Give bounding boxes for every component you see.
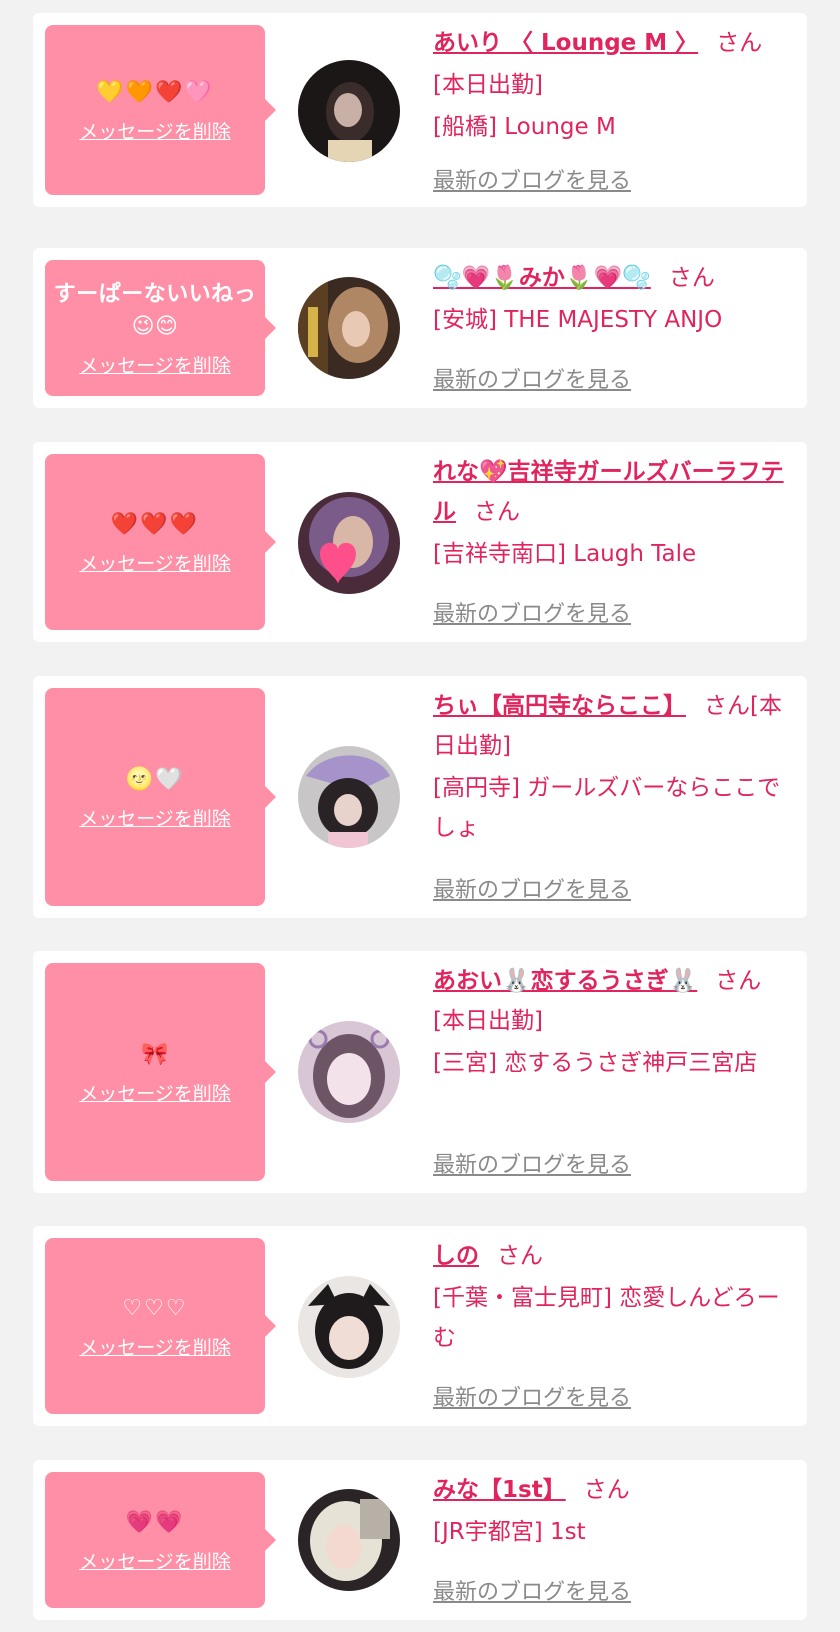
cast-name-link[interactable]: しの xyxy=(433,1243,479,1269)
message-text: ♡♡♡ xyxy=(122,1295,188,1321)
cast-info: みな【1st】 さん [JR宇都宮] 1st xyxy=(433,1470,793,1552)
view-blog-link[interactable]: 最新のブログを見る xyxy=(433,1380,631,1412)
delete-message-link[interactable]: メッセージを削除 xyxy=(79,549,231,576)
message-text: ❤️❤️❤️ xyxy=(110,511,200,537)
detail-line: [千葉・富士見町] 恋愛しんどろーむ xyxy=(433,1285,780,1351)
detail-line: [高円寺] ガールズバーならここでしょ xyxy=(433,775,781,841)
delete-message-link[interactable]: メッセージを削除 xyxy=(79,1547,231,1574)
delete-message-link[interactable]: メッセージを削除 xyxy=(79,1333,231,1360)
profile-photo-icon xyxy=(298,277,400,379)
detail-line: [本日出勤] xyxy=(433,72,543,98)
cast-name-link[interactable]: あいり 〈 Lounge M 〉 xyxy=(433,30,698,56)
view-blog-link[interactable]: 最新のブログを見る xyxy=(433,1147,631,1179)
profile-photo-icon xyxy=(298,492,400,594)
message-list: 💛🧡❤️🩷 メッセージを削除 あいり 〈 Lounge M 〉さん [本日出勤]… xyxy=(0,0,840,1632)
message-bubble: ❤️❤️❤️ メッセージを削除 xyxy=(45,454,276,630)
delete-message-link[interactable]: メッセージを削除 xyxy=(79,1079,231,1106)
message-bubble: 💛🧡❤️🩷 メッセージを削除 xyxy=(45,25,276,195)
honorific: さん xyxy=(497,1243,543,1269)
message-text: すーぱーないいねっ😉😊 xyxy=(53,281,257,339)
message-card: 🎀 メッセージを削除 あおい🐰恋するうさぎ🐰 さん [本日出勤] [三宮] 恋するう… xyxy=(33,951,807,1193)
honorific: さん xyxy=(715,968,762,994)
avatar[interactable] xyxy=(298,60,400,162)
message-text: 🎀 xyxy=(141,1041,169,1067)
message-bubble: 💗💗 メッセージを削除 xyxy=(45,1472,276,1608)
cast-info: あおい🐰恋するうさぎ🐰 さん [本日出勤] [三宮] 恋するうさぎ神戸三宮店 xyxy=(433,961,793,1083)
cast-name-link[interactable]: ちぃ【高円寺ならここ】 xyxy=(433,693,686,719)
message-card: ♡♡♡ メッセージを削除 しの さん [千葉・富士見町] 恋愛しんどろーむ 最新の… xyxy=(33,1226,807,1426)
honorific: さん xyxy=(716,30,763,56)
detail-line: [三宮] 恋するうさぎ神戸三宮店 xyxy=(433,1050,758,1076)
profile-photo-icon xyxy=(298,1021,400,1123)
message-text: 💗💗 xyxy=(125,1509,185,1535)
message-bubble: すーぱーないいねっ😉😊 メッセージを削除 xyxy=(45,260,276,396)
avatar[interactable] xyxy=(298,1021,400,1123)
delete-message-link[interactable]: メッセージを削除 xyxy=(79,351,231,378)
avatar[interactable] xyxy=(298,746,400,848)
message-card: すーぱーないいねっ😉😊 メッセージを削除 🫧💗🌷みか🌷💗🫧 さん [安城] THE… xyxy=(33,248,807,408)
detail-line: [JR宇都宮] 1st xyxy=(433,1519,586,1545)
cast-name-link[interactable]: あおい🐰恋するうさぎ🐰 xyxy=(433,968,697,994)
cast-name-link[interactable]: みな【1st】 xyxy=(433,1477,566,1503)
message-text: 💛🧡❤️🩷 xyxy=(96,79,214,105)
cast-info: しの さん [千葉・富士見町] 恋愛しんどろーむ xyxy=(433,1236,793,1358)
avatar[interactable] xyxy=(298,277,400,379)
honorific: さん xyxy=(704,693,750,719)
message-text: 🌝🤍 xyxy=(125,766,185,792)
message-bubble: 🎀 メッセージを削除 xyxy=(45,963,276,1181)
honorific: さん xyxy=(474,499,520,525)
message-bubble: 🌝🤍 メッセージを削除 xyxy=(45,688,276,906)
cast-name-link[interactable]: 🫧💗🌷みか🌷💗🫧 xyxy=(433,265,651,291)
view-blog-link[interactable]: 最新のブログを見る xyxy=(433,1574,631,1606)
detail-line: [吉祥寺南口] Laugh Tale xyxy=(433,541,697,567)
detail-line: [船橋] Lounge M xyxy=(433,114,616,140)
view-blog-link[interactable]: 最新のブログを見る xyxy=(433,362,631,394)
detail-line: [本日出勤] xyxy=(433,1008,543,1034)
detail-line: [安城] THE MAJESTY ANJO xyxy=(433,307,723,333)
cast-info: あいり 〈 Lounge M 〉さん [本日出勤] [船橋] Lounge M xyxy=(433,23,793,147)
honorific: さん xyxy=(583,1477,630,1503)
avatar[interactable] xyxy=(298,1489,400,1591)
message-card: 💛🧡❤️🩷 メッセージを削除 あいり 〈 Lounge M 〉さん [本日出勤]… xyxy=(33,13,807,207)
view-blog-link[interactable]: 最新のブログを見る xyxy=(433,163,631,195)
profile-photo-icon xyxy=(298,60,400,162)
cast-info: れな💖吉祥寺ガールズバーラフテル さん [吉祥寺南口] Laugh Tale xyxy=(433,452,793,574)
message-card: ❤️❤️❤️ メッセージを削除 れな💖吉祥寺ガールズバーラフテル さん [吉祥寺南… xyxy=(33,442,807,642)
profile-photo-icon xyxy=(298,1276,400,1378)
honorific: さん xyxy=(668,265,715,291)
cast-info: 🫧💗🌷みか🌷💗🫧 さん [安城] THE MAJESTY ANJO xyxy=(433,258,793,340)
delete-message-link[interactable]: メッセージを削除 xyxy=(79,804,231,831)
message-card: 🌝🤍 メッセージを削除 ちぃ【高円寺ならここ】 さん[本日出勤] [高円寺] ガー… xyxy=(33,676,807,918)
delete-message-link[interactable]: メッセージを削除 xyxy=(79,117,231,144)
view-blog-link[interactable]: 最新のブログを見る xyxy=(433,872,631,904)
profile-photo-icon xyxy=(298,1489,400,1591)
message-bubble: ♡♡♡ メッセージを削除 xyxy=(45,1238,276,1414)
profile-photo-icon xyxy=(298,746,400,848)
cast-info: ちぃ【高円寺ならここ】 さん[本日出勤] [高円寺] ガールズバーならここでしょ xyxy=(433,686,793,848)
view-blog-link[interactable]: 最新のブログを見る xyxy=(433,596,631,628)
avatar[interactable] xyxy=(298,492,400,594)
message-card: 💗💗 メッセージを削除 みな【1st】 さん [JR宇都宮] 1st 最新のブログ… xyxy=(33,1460,807,1620)
avatar[interactable] xyxy=(298,1276,400,1378)
